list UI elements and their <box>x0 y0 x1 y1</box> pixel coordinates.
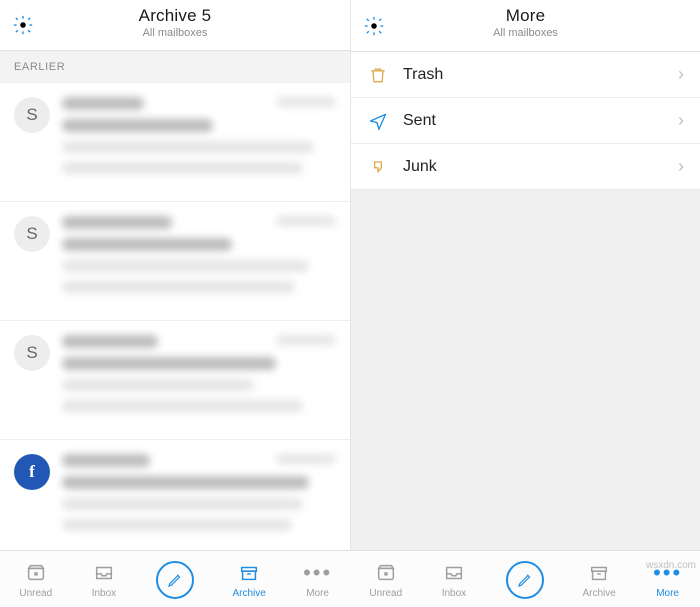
avatar: S <box>14 216 50 252</box>
tab-label: Archive <box>232 588 265 599</box>
chevron-right-icon: › <box>678 156 684 177</box>
header-title-right: More <box>351 6 700 26</box>
header-title-left: Archive 5 <box>0 6 350 26</box>
folder-label: Trash <box>403 66 664 84</box>
message-row[interactable]: S <box>0 321 350 440</box>
tab-archive[interactable]: Archive <box>232 560 265 599</box>
sent-icon <box>367 110 389 132</box>
compose-button[interactable] <box>156 559 194 599</box>
archive-icon <box>586 560 612 586</box>
junk-icon <box>367 156 389 178</box>
tab-label: Inbox <box>92 588 116 599</box>
header-subtitle-right: All mailboxes <box>351 27 700 39</box>
avatar: S <box>14 97 50 133</box>
tab-inbox[interactable]: Inbox <box>441 560 467 599</box>
compose-icon <box>506 561 544 599</box>
section-header-earlier: EARLIER <box>0 51 350 83</box>
tab-label: Inbox <box>442 588 466 599</box>
message-row[interactable]: S <box>0 202 350 321</box>
unread-icon <box>373 560 399 586</box>
tab-unread[interactable]: Unread <box>19 560 52 599</box>
unread-icon <box>23 560 49 586</box>
header-right: More All mailboxes <box>351 0 700 52</box>
folder-sent[interactable]: Sent › <box>351 98 700 144</box>
avatar: f <box>14 454 50 490</box>
message-row[interactable]: S <box>0 83 350 202</box>
header-left: Archive 5 All mailboxes <box>0 0 350 51</box>
message-list: EARLIER S S <box>0 51 350 550</box>
tab-inbox[interactable]: Inbox <box>91 560 117 599</box>
header-subtitle-left: All mailboxes <box>0 27 350 39</box>
archive-icon <box>236 560 262 586</box>
message-row[interactable]: f <box>0 440 350 550</box>
message-body <box>62 454 336 540</box>
tab-label: More <box>656 588 679 599</box>
inbox-icon <box>441 560 467 586</box>
toolbar: Unread Inbox Archive ••• More Unread Inb… <box>0 550 700 607</box>
trash-icon <box>367 64 389 86</box>
panel-archive: Archive 5 All mailboxes EARLIER S S <box>0 0 350 550</box>
more-icon: ••• <box>305 560 331 586</box>
settings-gear-icon[interactable] <box>10 12 36 38</box>
tab-more[interactable]: ••• More <box>305 560 331 599</box>
chevron-right-icon: › <box>678 64 684 85</box>
compose-icon <box>156 561 194 599</box>
tab-label: Unread <box>369 588 402 599</box>
tab-label: Archive <box>582 588 615 599</box>
tab-archive[interactable]: Archive <box>582 560 615 599</box>
folder-list: Trash › Sent › Junk › <box>351 52 700 550</box>
tab-unread[interactable]: Unread <box>369 560 402 599</box>
tab-label: Unread <box>19 588 52 599</box>
folder-label: Junk <box>403 158 664 176</box>
folder-junk[interactable]: Junk › <box>351 144 700 190</box>
message-body <box>62 335 336 421</box>
toolbar-left: Unread Inbox Archive ••• More <box>0 551 350 607</box>
compose-button[interactable] <box>506 559 544 599</box>
watermark: wsxdn.com <box>646 560 696 571</box>
panel-more: More All mailboxes Trash › Sent › <box>350 0 700 550</box>
folder-label: Sent <box>403 112 664 130</box>
message-body <box>62 97 336 183</box>
avatar: S <box>14 335 50 371</box>
settings-gear-icon[interactable] <box>361 13 387 39</box>
message-body <box>62 216 336 302</box>
folder-trash[interactable]: Trash › <box>351 52 700 98</box>
tab-label: More <box>306 588 329 599</box>
chevron-right-icon: › <box>678 110 684 131</box>
inbox-icon <box>91 560 117 586</box>
